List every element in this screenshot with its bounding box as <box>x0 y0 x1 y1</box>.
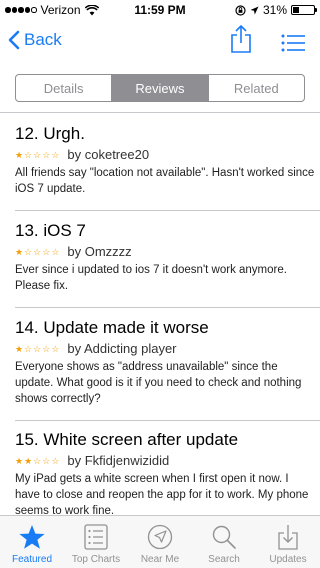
star-rating: ★ ☆ ☆ ☆ ☆ <box>15 344 59 354</box>
star-rating: ★ ☆ ☆ ☆ ☆ <box>15 150 59 160</box>
reviews-list[interactable]: 12. Urgh. ★ ☆ ☆ ☆ ☆ by coketree20 All friend… <box>0 113 320 515</box>
review-author: by coketree20 <box>67 147 150 162</box>
tab-featured[interactable]: Featured <box>0 516 64 568</box>
star-empty-icon: ☆ <box>42 455 51 466</box>
star-icon <box>17 522 47 552</box>
tab-updates[interactable]: Updates <box>256 516 320 568</box>
review-title: 12. Urgh. <box>15 124 85 143</box>
review-body: All friends say "location not available"… <box>15 167 315 195</box>
review-item: 13. iOS 7 ★ ☆ ☆ ☆ ☆ by Omzzzz Ever since i u… <box>15 221 315 294</box>
review-item: 12. Urgh. ★ ☆ ☆ ☆ ☆ by coketree20 All friend… <box>15 124 315 197</box>
review-author: by Addicting player <box>67 341 177 356</box>
review-author: by Omzzzz <box>67 244 132 259</box>
battery-fill <box>293 7 300 13</box>
chevron-left-icon <box>8 30 20 50</box>
star-rating: ★ ★ ☆ ☆ ☆ <box>15 456 59 466</box>
review-meta: ★ ★ ☆ ☆ ☆ by Fkfidjenwizidid <box>15 453 315 468</box>
review-body: Ever since i updated to ios 7 it doesn't… <box>15 264 287 292</box>
star-filled-icon: ★ <box>24 455 33 466</box>
review-title: 14. Update made it worse <box>15 318 209 337</box>
status-right: 31% <box>235 3 317 17</box>
location-arrow-icon <box>250 6 259 14</box>
rotation-lock-icon <box>235 4 246 16</box>
star-filled-icon: ★ <box>15 149 24 160</box>
star-filled-icon: ★ <box>15 246 24 257</box>
review-author: by Fkfidjenwizidid <box>67 453 170 468</box>
review-item: 15. White screen after update ★ ★ ☆ ☆ ☆ by F… <box>15 430 315 515</box>
tab-bar: Featured Top Charts Near Me Search Updat… <box>0 515 320 568</box>
download-icon <box>273 522 303 552</box>
star-empty-icon: ☆ <box>51 343 60 354</box>
review-meta: ★ ☆ ☆ ☆ ☆ by Omzzzz <box>15 244 315 259</box>
review-body: Everyone shows as "address unavailable" … <box>15 361 302 405</box>
tab-label: Near Me <box>140 554 180 565</box>
star-empty-icon: ☆ <box>51 149 60 160</box>
review-title: 15. White screen after update <box>15 430 239 449</box>
star-empty-icon: ☆ <box>24 246 33 257</box>
segment-related[interactable]: Related <box>209 75 304 101</box>
search-icon <box>209 522 239 552</box>
segment-details[interactable]: Details <box>16 75 113 101</box>
compass-icon <box>145 522 175 552</box>
navigation-bar: Back <box>0 20 320 64</box>
review-divider <box>15 307 320 308</box>
review-divider <box>15 420 320 421</box>
tab-label: Featured <box>11 554 53 565</box>
status-bar: Verizon 11:59 PM 31% <box>0 0 320 20</box>
tab-label: Updates <box>269 554 307 565</box>
review-item: 14. Update made it worse ★ ☆ ☆ ☆ ☆ by Addict… <box>15 318 315 407</box>
star-empty-icon: ☆ <box>24 149 33 160</box>
review-divider <box>15 210 320 211</box>
back-button-label: Back <box>24 30 62 49</box>
star-empty-icon: ☆ <box>33 343 42 354</box>
star-empty-icon: ☆ <box>42 246 51 257</box>
segment-reviews[interactable]: Reviews <box>112 75 209 101</box>
star-empty-icon: ☆ <box>42 343 51 354</box>
share-icon[interactable] <box>229 24 253 54</box>
list-menu-icon[interactable] <box>281 34 305 52</box>
review-meta: ★ ☆ ☆ ☆ ☆ by Addicting player <box>15 341 315 356</box>
battery-icon <box>291 5 317 15</box>
review-body: My iPad gets a white screen when I first… <box>15 473 309 515</box>
star-empty-icon: ☆ <box>33 455 42 466</box>
star-filled-icon: ★ <box>15 455 24 466</box>
back-button[interactable]: Back <box>8 30 62 50</box>
star-filled-icon: ★ <box>15 343 24 354</box>
tab-search[interactable]: Search <box>192 516 256 568</box>
tab-label: Top Charts <box>71 554 121 565</box>
battery-percent: 31% <box>262 3 287 17</box>
tab-near-me[interactable]: Near Me <box>128 516 192 568</box>
star-empty-icon: ☆ <box>42 149 51 160</box>
star-empty-icon: ☆ <box>51 246 60 257</box>
star-rating: ★ ☆ ☆ ☆ ☆ <box>15 247 59 257</box>
star-empty-icon: ☆ <box>51 455 60 466</box>
star-empty-icon: ☆ <box>33 246 42 257</box>
tab-label: Search <box>208 554 240 565</box>
review-title: 13. iOS 7 <box>15 221 86 240</box>
star-empty-icon: ☆ <box>24 343 33 354</box>
segmented-control: Details Reviews Related <box>15 74 305 102</box>
star-empty-icon: ☆ <box>33 149 42 160</box>
list-icon <box>81 522 111 552</box>
tab-top-charts[interactable]: Top Charts <box>64 516 128 568</box>
review-meta: ★ ☆ ☆ ☆ ☆ by coketree20 <box>15 147 315 162</box>
